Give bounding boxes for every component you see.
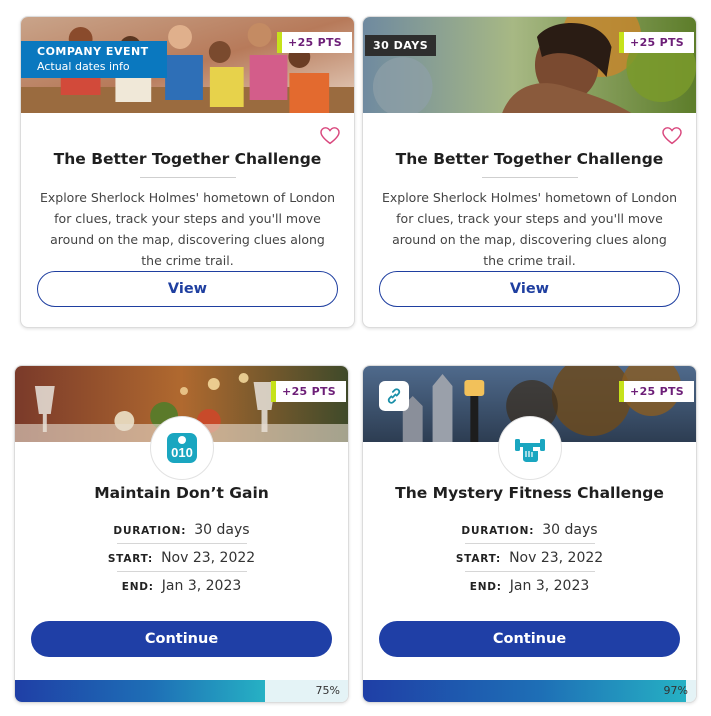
- progress-fill: [15, 680, 265, 702]
- card-title: The Mystery Fitness Challenge: [395, 484, 664, 502]
- meta-divider: [116, 543, 247, 544]
- meta-divider: [116, 571, 247, 572]
- duration-row: DURATION: 30 days: [363, 522, 696, 538]
- progress-bar: 75%: [15, 680, 348, 702]
- points-badge: +25 PTS: [277, 32, 352, 53]
- company-event-badge: COMPANY EVENT Actual dates info: [21, 41, 167, 78]
- challenge-card-1[interactable]: COMPANY EVENT Actual dates info +25 PTS …: [20, 16, 355, 328]
- challenge-card-4[interactable]: +25 PTS The Mystery Fitness Challenge DU…: [362, 365, 697, 703]
- continue-button[interactable]: Continue: [379, 621, 680, 657]
- duration-label: DURATION:: [461, 525, 535, 537]
- company-event-label: COMPANY EVENT: [37, 45, 149, 58]
- points-badge: +25 PTS: [271, 381, 346, 402]
- points-badge: +25 PTS: [619, 381, 694, 402]
- duration-value: 30 days: [542, 522, 598, 538]
- end-row: END: Jan 3, 2023: [15, 578, 348, 594]
- continue-button[interactable]: Continue: [31, 621, 332, 657]
- points-badge: +25 PTS: [619, 32, 694, 53]
- duration-label: DURATION:: [113, 525, 187, 537]
- meta-divider: [464, 571, 595, 572]
- start-label: START:: [107, 553, 154, 565]
- card-title: Maintain Don’t Gain: [94, 484, 269, 502]
- title-divider: [139, 177, 236, 178]
- start-label: START:: [455, 553, 502, 565]
- challenge-card-3[interactable]: +25 PTS 010 Maintain Don’t Gain DURATION…: [14, 365, 349, 703]
- progress-percent: 75%: [315, 684, 340, 697]
- start-value: Nov 23, 2022: [161, 550, 256, 566]
- card-description: Explore Sherlock Holmes' hometown of Lon…: [39, 190, 336, 268]
- card-description: Explore Sherlock Holmes' hometown of Lon…: [381, 190, 678, 268]
- meta-divider: [464, 543, 595, 544]
- end-value: Jan 3, 2023: [161, 578, 242, 594]
- scale-icon: 010: [149, 416, 214, 480]
- title-divider: [481, 177, 578, 178]
- link-icon[interactable]: [379, 381, 409, 411]
- duration-row: DURATION: 30 days: [15, 522, 348, 538]
- company-event-sublabel: Actual dates info: [37, 60, 130, 73]
- svg-text:010: 010: [171, 445, 193, 460]
- view-button[interactable]: View: [379, 271, 680, 307]
- progress-percent: 97%: [663, 684, 688, 697]
- progress-fill: [363, 680, 686, 702]
- heart-icon[interactable]: [662, 127, 682, 145]
- card-title: The Better Together Challenge: [395, 150, 664, 168]
- end-row: END: Jan 3, 2023: [363, 578, 696, 594]
- dumbbell-hand-icon: [497, 416, 562, 480]
- duration-days-badge: 30 DAYS: [365, 35, 437, 56]
- start-value: Nov 23, 2022: [509, 550, 604, 566]
- end-label: END:: [469, 581, 502, 593]
- duration-value: 30 days: [194, 522, 250, 538]
- progress-bar: 97%: [363, 680, 696, 702]
- start-row: START: Nov 23, 2022: [363, 550, 696, 566]
- end-value: Jan 3, 2023: [509, 578, 590, 594]
- end-label: END:: [121, 581, 154, 593]
- challenge-card-2[interactable]: 30 DAYS +25 PTS The Better Together Chal…: [362, 16, 697, 328]
- heart-icon[interactable]: [320, 127, 340, 145]
- view-button[interactable]: View: [37, 271, 338, 307]
- card-title: The Better Together Challenge: [53, 150, 322, 168]
- start-row: START: Nov 23, 2022: [15, 550, 348, 566]
